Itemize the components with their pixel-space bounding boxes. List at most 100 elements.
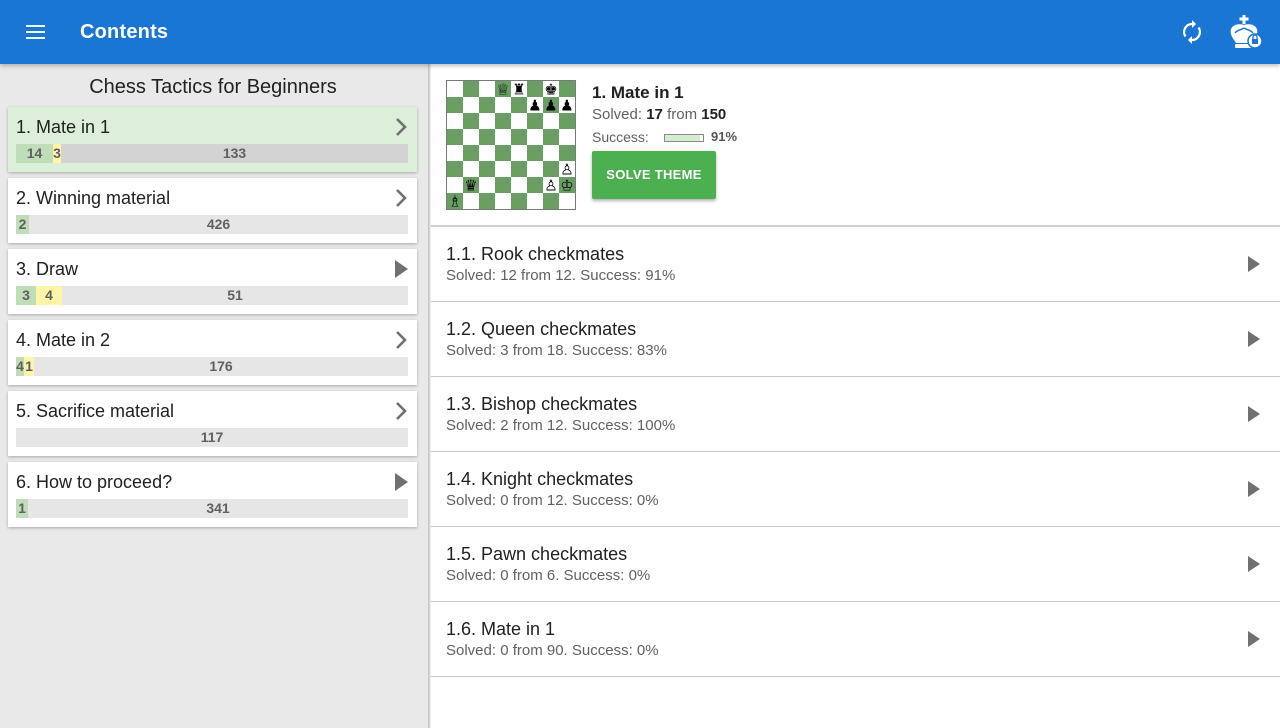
board-square bbox=[559, 81, 575, 97]
play-icon[interactable] bbox=[1247, 630, 1261, 648]
board-square bbox=[479, 81, 495, 97]
theme-card-label: 5. Sacrifice material bbox=[16, 401, 175, 421]
board-square bbox=[527, 177, 543, 193]
subtheme-stats: Solved: 12 from 12. Success: 91% bbox=[446, 267, 676, 284]
sidebar: Chess Tactics for Beginners 1. Mate in 1… bbox=[0, 64, 428, 728]
progress-segment-yellow: 4 bbox=[36, 286, 62, 305]
board-square bbox=[447, 113, 463, 129]
solved-count: 17 bbox=[646, 106, 663, 123]
play-icon[interactable] bbox=[1247, 555, 1261, 573]
subtheme-stats: Solved: 2 from 12. Success: 100% bbox=[446, 417, 676, 434]
board-square bbox=[495, 177, 511, 193]
success-percent: 91% bbox=[711, 129, 738, 144]
progress-segment-green: 14 bbox=[16, 144, 53, 163]
subtheme-stats: Solved: 0 from 12. Success: 0% bbox=[446, 492, 659, 509]
board-square bbox=[479, 193, 495, 209]
board-square bbox=[511, 193, 527, 209]
chevron-right-icon[interactable] bbox=[391, 329, 411, 351]
theme-card-label: 4. Mate in 2 bbox=[16, 330, 111, 350]
subtheme-row[interactable]: 1.4. Knight checkmates Solved: 0 from 12.… bbox=[431, 452, 1280, 527]
theme-card[interactable]: 5. Sacrifice material 117 bbox=[8, 391, 417, 456]
subtheme-row[interactable]: 1.2. Queen checkmates Solved: 3 from 18. … bbox=[431, 302, 1280, 377]
theme-card[interactable]: 3. Draw 3 4 51 bbox=[8, 249, 417, 314]
subtheme-row[interactable]: 1.3. Bishop checkmates Solved: 2 from 12.… bbox=[431, 377, 1280, 452]
subtheme-row[interactable]: 1.5. Pawn checkmates Solved: 0 from 6. Su… bbox=[431, 527, 1280, 602]
progress-segment-green: 2 bbox=[16, 215, 29, 234]
board-square bbox=[511, 177, 527, 193]
chevron-right-icon[interactable] bbox=[391, 400, 411, 422]
progress-bar: 3 4 51 bbox=[16, 286, 408, 305]
board-square bbox=[447, 145, 463, 161]
board-square bbox=[527, 145, 543, 161]
chess-piece: ♙ bbox=[544, 177, 557, 195]
chevron-right-icon[interactable] bbox=[391, 116, 411, 138]
subtheme-row[interactable]: 1.6. Mate in 1 Solved: 0 from 90. Success… bbox=[431, 602, 1280, 677]
king-icon[interactable] bbox=[1224, 12, 1264, 52]
progress-segment-rest: 51 bbox=[227, 287, 243, 303]
board-square bbox=[479, 129, 495, 145]
progress-bar: 2 426 bbox=[16, 215, 408, 234]
board-square bbox=[527, 193, 543, 209]
theme-card[interactable]: 4. Mate in 2 4 1 176 bbox=[8, 320, 417, 385]
board-square bbox=[447, 177, 463, 193]
chess-piece: ♗ bbox=[448, 193, 461, 210]
board-square bbox=[479, 97, 495, 113]
solved-label: Solved: bbox=[592, 106, 643, 123]
progress-segment-green: 4 bbox=[16, 357, 24, 376]
menu-icon[interactable] bbox=[20, 20, 52, 44]
subtheme-row[interactable]: 1.1. Rook checkmates Solved: 12 from 12. … bbox=[431, 227, 1280, 302]
board-square bbox=[447, 129, 463, 145]
subtheme-title: 1.5. Pawn checkmates bbox=[446, 544, 628, 564]
play-icon[interactable] bbox=[1247, 330, 1261, 348]
play-icon[interactable] bbox=[391, 471, 411, 493]
board-square bbox=[447, 81, 463, 97]
board-square bbox=[511, 97, 527, 113]
board-square bbox=[511, 129, 527, 145]
play-icon[interactable] bbox=[1247, 255, 1261, 273]
subtheme-title: 1.6. Mate in 1 bbox=[446, 619, 556, 639]
book-title: Chess Tactics for Beginners bbox=[89, 76, 337, 98]
play-icon[interactable] bbox=[391, 258, 411, 280]
board-square bbox=[511, 113, 527, 129]
board-square bbox=[543, 129, 559, 145]
theme-card[interactable]: 6. How to proceed? 1 341 bbox=[8, 462, 417, 527]
progress-segment-yellow: 3 bbox=[53, 144, 61, 163]
board-square bbox=[527, 161, 543, 177]
sync-icon[interactable] bbox=[1176, 16, 1208, 48]
progress-segment-gray: 133 bbox=[61, 144, 408, 163]
chevron-right-icon[interactable] bbox=[391, 187, 411, 209]
board-square bbox=[479, 113, 495, 129]
board-square bbox=[479, 161, 495, 177]
progress-bar: 14 3 133 bbox=[16, 144, 408, 163]
board-square bbox=[543, 145, 559, 161]
from-word: from bbox=[667, 106, 698, 123]
board-square bbox=[527, 129, 543, 145]
board-square bbox=[479, 145, 495, 161]
chess-piece: ♟ bbox=[560, 97, 573, 115]
board-square bbox=[463, 81, 479, 97]
play-icon[interactable] bbox=[1247, 405, 1261, 423]
board-square bbox=[495, 129, 511, 145]
app-bar: Contents bbox=[0, 0, 1280, 64]
subtheme-title: 1.4. Knight checkmates bbox=[446, 469, 634, 489]
board-square bbox=[511, 145, 527, 161]
theme-card-label: 3. Draw bbox=[16, 259, 79, 279]
board-square bbox=[463, 113, 479, 129]
subtheme-stats: Solved: 0 from 6. Success: 0% bbox=[446, 567, 651, 584]
chess-piece: ♛ bbox=[464, 177, 477, 195]
play-icon[interactable] bbox=[1247, 480, 1261, 498]
progress-segment-yellow: 1 bbox=[24, 357, 34, 376]
board-square bbox=[479, 177, 495, 193]
subtheme-stats: Solved: 3 from 18. Success: 83% bbox=[446, 342, 667, 359]
board-square bbox=[495, 193, 511, 209]
chess-piece: ♜ bbox=[512, 81, 525, 99]
board-square bbox=[495, 161, 511, 177]
board-square bbox=[447, 97, 463, 113]
board-square bbox=[463, 97, 479, 113]
success-label: Success: bbox=[592, 129, 649, 145]
solve-theme-button[interactable]: SOLVE THEME bbox=[592, 151, 716, 199]
board-square bbox=[559, 145, 575, 161]
theme-card-label: 6. How to proceed? bbox=[16, 472, 173, 492]
theme-card[interactable]: 1. Mate in 1 14 3 133 bbox=[8, 107, 417, 172]
theme-card[interactable]: 2. Winning material 2 426 bbox=[8, 178, 417, 243]
